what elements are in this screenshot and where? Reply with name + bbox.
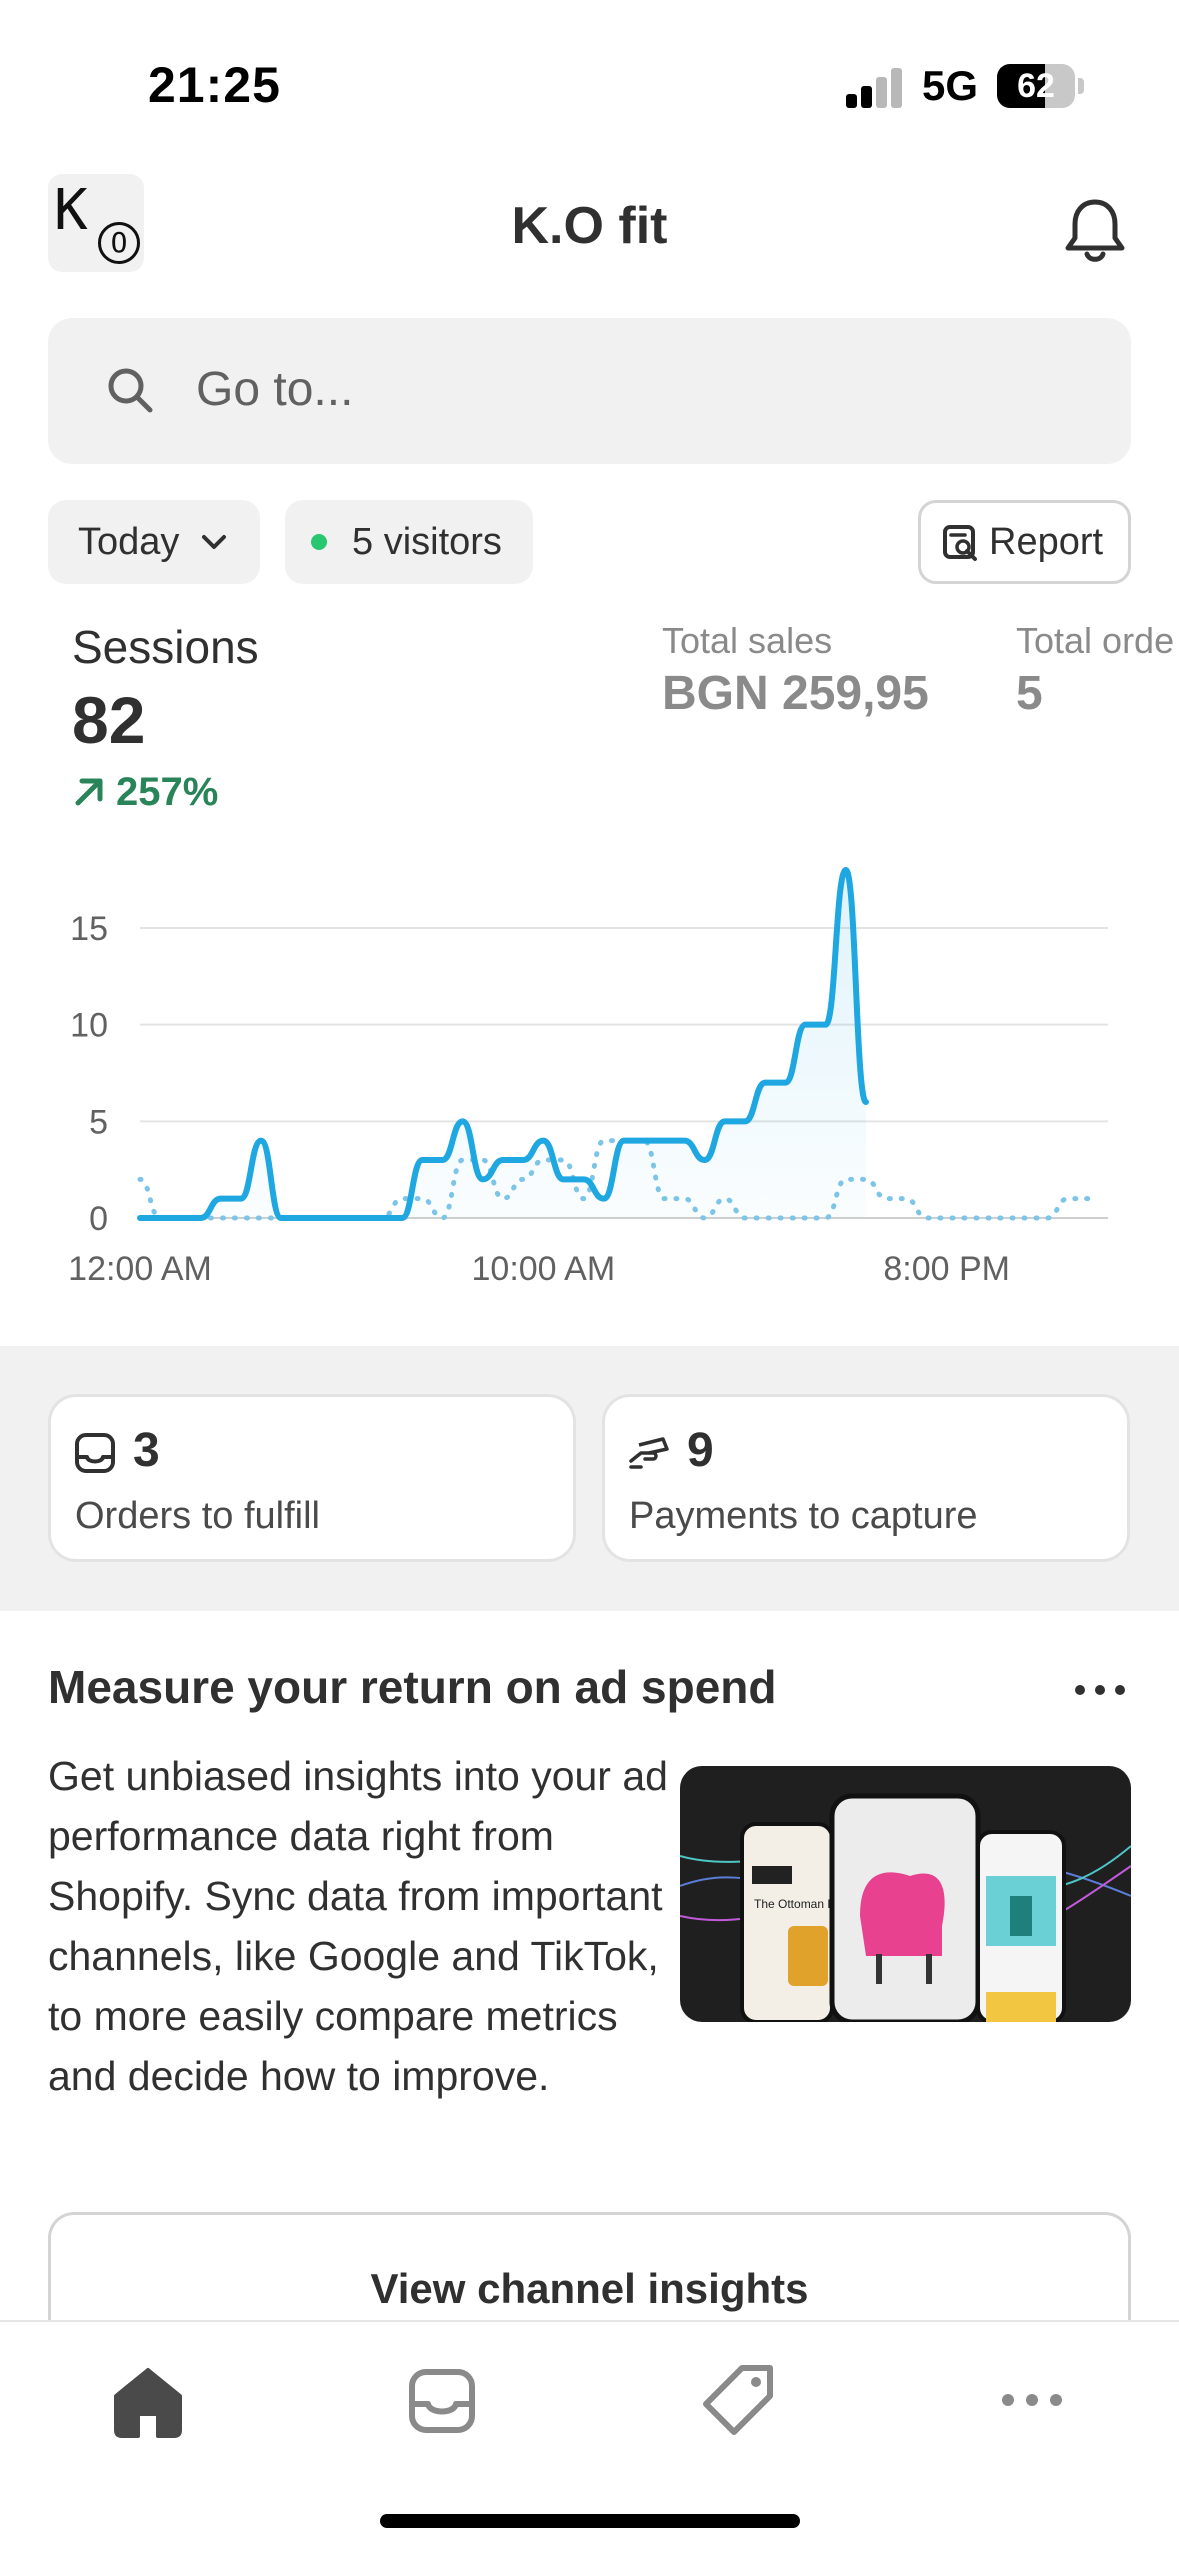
x-tick-label: 10:00 AM — [472, 1250, 616, 1288]
total-sales-label[interactable]: Total sales — [662, 620, 832, 662]
promo-body: Get unbiased insights into your ad perfo… — [48, 1753, 668, 2099]
payments-count: 9 — [687, 1424, 714, 1477]
date-range-label: Today — [78, 521, 180, 563]
total-orders-label[interactable]: Total orde — [1016, 620, 1174, 662]
live-dot-icon — [311, 534, 327, 550]
inbox-icon — [75, 1433, 115, 1473]
report-button[interactable]: Report — [918, 500, 1131, 584]
date-range-chip[interactable]: Today — [48, 500, 260, 584]
home-indicator — [380, 2514, 800, 2528]
live-visitors-chip[interactable]: 5 visitors — [285, 500, 533, 584]
battery-icon: 62 — [997, 64, 1075, 108]
home-icon[interactable] — [106, 2358, 190, 2442]
more-options-icon[interactable] — [1072, 1670, 1128, 1710]
status-time: 21:25 — [148, 57, 281, 113]
sessions-value: 82 — [72, 683, 146, 757]
x-tick-label: 12:00 AM — [68, 1250, 212, 1288]
promo-illustration: The Ottoman Event — [680, 1793, 1131, 2022]
search-bar[interactable]: Go to... — [48, 318, 1131, 464]
status-bar: 21:25 5G 62 — [0, 0, 1179, 160]
chevron-down-icon — [202, 535, 226, 549]
signal-icon — [846, 66, 904, 108]
y-tick-label: 5 — [89, 1103, 108, 1141]
arrow-up-right-icon — [75, 778, 103, 806]
promo-image: The Ottoman Event — [680, 1766, 1131, 2022]
payments-label: Payments to capture — [629, 1495, 978, 1537]
orders-count: 3 — [133, 1424, 160, 1477]
report-icon — [943, 525, 977, 561]
y-tick-label: 0 — [89, 1200, 108, 1238]
y-tick-label: 10 — [70, 1007, 108, 1045]
sessions-change: 257% — [72, 770, 218, 815]
battery-nub — [1078, 78, 1084, 94]
search-placeholder: Go to... — [196, 363, 354, 416]
more-icon[interactable] — [990, 2358, 1074, 2442]
store-title: K.O fit — [511, 197, 668, 255]
network-label: 5G — [922, 62, 979, 109]
search-icon — [108, 368, 153, 413]
total-orders-value: 5 — [1016, 667, 1043, 720]
battery-level: 62 — [1017, 67, 1055, 105]
promo-title: Measure your return on ad spend — [48, 1661, 777, 1713]
products-tag-icon[interactable] — [696, 2358, 780, 2442]
sessions-chart[interactable]: 0 5 10 15 12:00 AM 10:00 AM 8:00 PM — [0, 850, 1179, 1310]
report-label: Report — [989, 521, 1104, 563]
x-tick-label: 8:00 PM — [883, 1250, 1010, 1288]
sessions-label[interactable]: Sessions — [72, 620, 259, 674]
total-sales-value: BGN 259,95 — [662, 667, 929, 720]
orders-inbox-icon[interactable] — [400, 2358, 484, 2442]
sessions-change-value: 257% — [116, 770, 219, 814]
orders-label: Orders to fulfill — [75, 1495, 320, 1537]
visitors-label: 5 visitors — [352, 521, 502, 563]
y-tick-label: 15 — [70, 910, 108, 948]
bell-icon[interactable] — [1062, 196, 1128, 268]
payments-to-capture-card[interactable]: 9 Payments to capture — [602, 1394, 1130, 1562]
payment-hand-icon — [629, 1437, 669, 1469]
orders-to-fulfill-card[interactable]: 3 Orders to fulfill — [48, 1394, 576, 1562]
